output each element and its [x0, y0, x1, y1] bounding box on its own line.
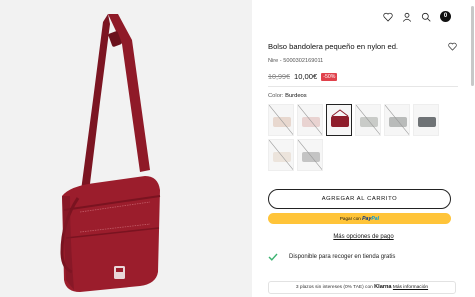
wishlist-heart-icon[interactable] [448, 42, 457, 51]
heart-icon[interactable] [383, 12, 393, 22]
color-label-prefix: Color: [268, 93, 284, 99]
swatch-beige[interactable] [268, 104, 294, 136]
checkmark-icon [268, 253, 278, 261]
old-price: 10,99€ [268, 72, 290, 81]
paypal-logo-pal: Pal [371, 216, 380, 222]
scrollbar[interactable] [471, 6, 474, 86]
klarna-banner: 3 plazos sin intereses (0% TAE) con Klar… [268, 281, 456, 294]
paypal-button[interactable]: Pagar con PayPal [268, 213, 451, 224]
product-title: Bolso bandolera pequeño en nylon ed. [268, 42, 399, 51]
selected-color-name: Burdeos [285, 93, 307, 99]
paypal-logo: PayPal [362, 216, 379, 222]
header-icons: 0 [383, 11, 451, 22]
current-price: 10,00€ [293, 72, 318, 81]
paypal-logo-pay: Pay [362, 216, 372, 222]
bag-illustration [60, 14, 161, 292]
add-to-cart-button[interactable]: AGREGAR AL CARRITO [268, 189, 451, 209]
color-label: Color: Burdeos [268, 93, 307, 99]
swatch-grey-light[interactable] [355, 104, 381, 136]
discount-badge: -50% [321, 72, 338, 81]
search-icon[interactable] [421, 12, 431, 22]
cart-count-badge[interactable]: 0 [440, 11, 451, 22]
product-image[interactable] [0, 0, 252, 297]
divider [268, 86, 458, 87]
price-row: 10,99€ 10,00€ -50% [268, 72, 338, 81]
paypal-pay-with: Pagar con [339, 216, 361, 221]
product-sku: Nire - 5000302169011 [268, 58, 324, 64]
more-payment-options-link[interactable]: Más opciones de pago [252, 234, 475, 240]
swatch-grey[interactable] [384, 104, 410, 136]
swatch-silver[interactable] [297, 139, 323, 171]
pickup-text: Disponible para recoger en tienda gratis [289, 254, 396, 260]
swatch-pink[interactable] [297, 104, 323, 136]
swatch-grey-dark[interactable] [413, 104, 439, 136]
klarna-logo: Klarna [374, 284, 392, 290]
store-pickup-info: Disponible para recoger en tienda gratis [268, 253, 395, 261]
user-icon[interactable] [402, 12, 412, 22]
swatch-burgundy-selected[interactable] [326, 104, 352, 136]
swatch-ivory[interactable] [268, 139, 294, 171]
product-details-panel: 0 Bolso bandolera pequeño en nylon ed. N… [252, 0, 475, 297]
klarna-text: 3 plazos sin intereses (0% TAE) con [295, 285, 373, 290]
klarna-more-info-link[interactable]: Más información [393, 285, 428, 290]
